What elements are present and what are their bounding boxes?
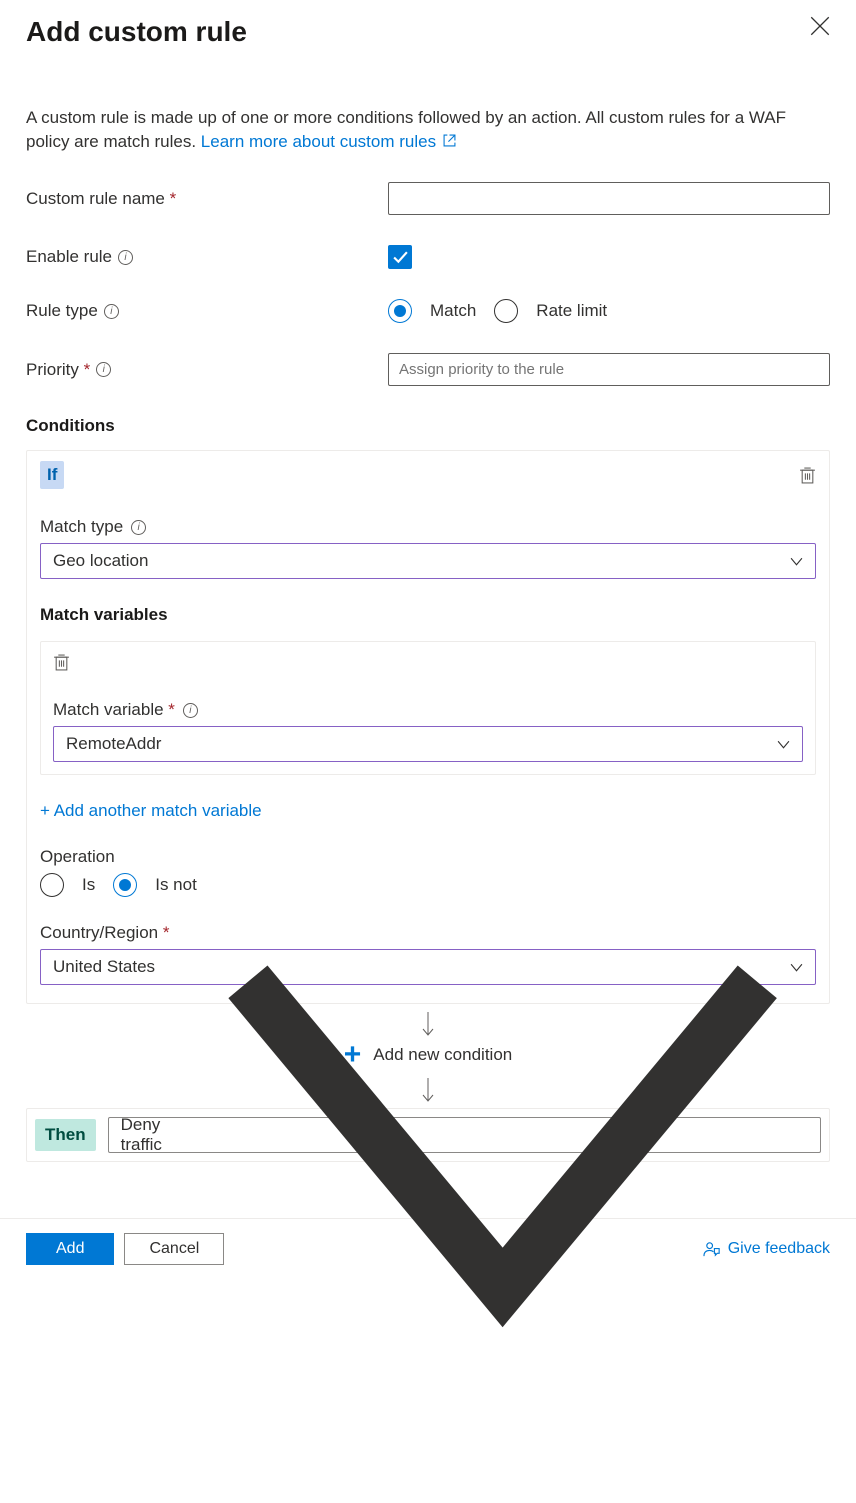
match-variables-header: Match variables	[40, 605, 816, 625]
page-title: Add custom rule	[26, 16, 247, 48]
delete-condition-icon[interactable]	[799, 467, 816, 484]
close-icon[interactable]	[810, 16, 830, 36]
feedback-link[interactable]: Give feedback	[703, 1240, 830, 1259]
match-variable-select[interactable]: RemoteAddr	[53, 726, 803, 762]
chevron-down-icon	[790, 555, 803, 568]
feedback-icon	[703, 1240, 722, 1259]
priority-label: Priority * i	[26, 360, 388, 380]
info-icon[interactable]: i	[183, 703, 198, 718]
checkmark-icon	[392, 249, 409, 266]
operation-is-radio[interactable]	[40, 873, 64, 897]
rule-type-match-label: Match	[430, 301, 476, 321]
info-icon[interactable]: i	[96, 362, 111, 377]
chevron-down-icon	[197, 829, 808, 1440]
rule-name-input[interactable]	[388, 182, 830, 215]
rule-type-match-radio[interactable]	[388, 299, 412, 323]
add-match-variable-link[interactable]: + Add another match variable	[40, 801, 816, 821]
operation-is-not-radio[interactable]	[113, 873, 137, 897]
rule-type-label: Rule type i	[26, 301, 388, 321]
info-icon[interactable]: i	[118, 250, 133, 265]
then-badge: Then	[35, 1119, 96, 1151]
learn-more-link[interactable]: Learn more about custom rules	[201, 132, 456, 151]
rule-type-rate-limit-label: Rate limit	[536, 301, 607, 321]
operation-is-not-label: Is not	[155, 875, 197, 895]
external-link-icon	[443, 134, 456, 147]
if-badge: If	[40, 461, 64, 489]
rule-type-rate-limit-radio[interactable]	[494, 299, 518, 323]
match-variable-label: Match variable * i	[53, 700, 803, 720]
add-button[interactable]: Add	[26, 1233, 114, 1265]
match-type-select[interactable]: Geo location	[40, 543, 816, 579]
then-panel: Then Deny traffic	[26, 1108, 830, 1162]
match-type-label: Match type i	[40, 517, 816, 537]
chevron-down-icon	[777, 738, 790, 751]
enable-rule-label: Enable rule i	[26, 247, 388, 267]
action-select[interactable]: Deny traffic	[108, 1117, 821, 1153]
info-icon[interactable]: i	[131, 520, 146, 535]
enable-rule-checkbox[interactable]	[388, 245, 412, 269]
conditions-header: Conditions	[26, 416, 830, 436]
description-text: A custom rule is made up of one or more …	[26, 106, 830, 154]
rule-name-label: Custom rule name *	[26, 189, 388, 209]
priority-input[interactable]	[388, 353, 830, 386]
operation-is-label: Is	[82, 875, 95, 895]
info-icon[interactable]: i	[104, 304, 119, 319]
cancel-button[interactable]: Cancel	[124, 1233, 224, 1265]
match-variable-panel: Match variable * i RemoteAddr	[40, 641, 816, 775]
delete-variable-icon[interactable]	[53, 654, 70, 671]
